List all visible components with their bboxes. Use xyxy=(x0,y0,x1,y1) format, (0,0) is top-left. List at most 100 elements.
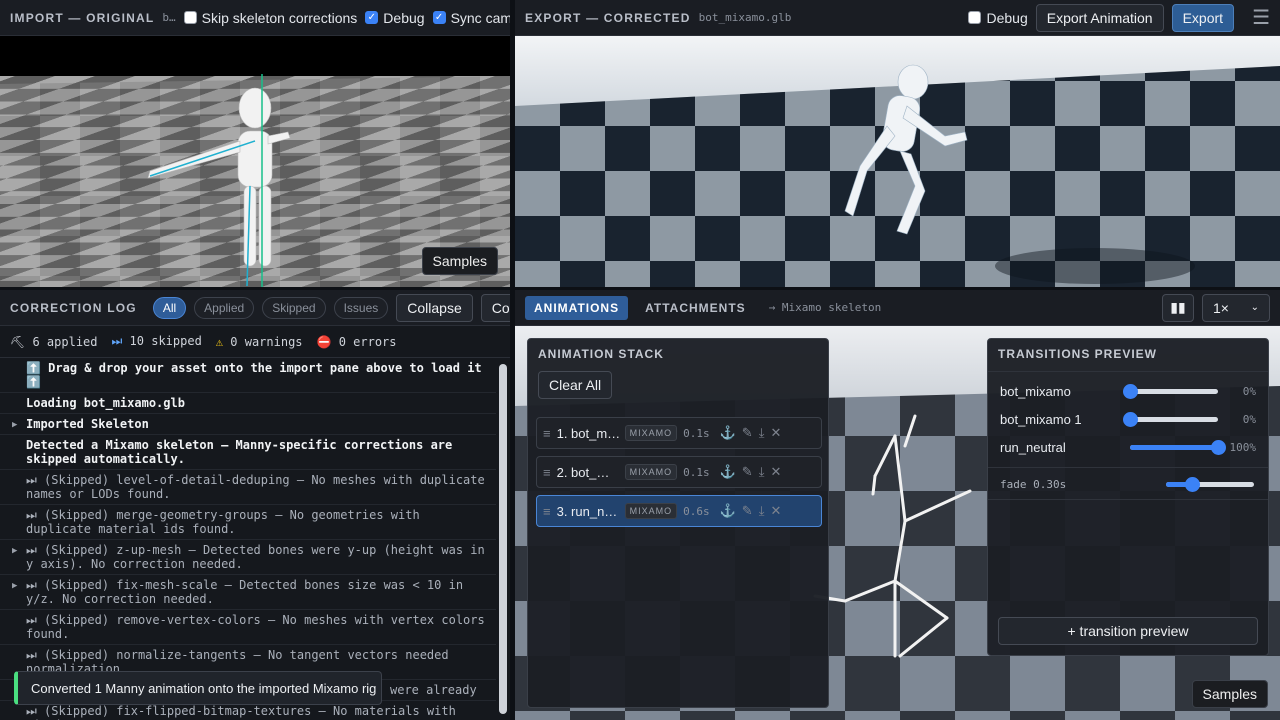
applied-count: 6 applied xyxy=(32,334,98,349)
chevron-down-icon: ⌄ xyxy=(1250,302,1259,313)
animation-name: 3. run_n… xyxy=(556,503,618,519)
add-transition-button[interactable]: + transition preview xyxy=(998,617,1258,645)
transition-percent: 100% xyxy=(1229,440,1257,454)
export-viewport[interactable] xyxy=(515,36,1280,287)
transition-slider[interactable] xyxy=(1123,384,1218,399)
sync-cameras-label: Sync cameras xyxy=(450,9,510,26)
log-entry-text: ⏭ (Skipped) level-of-detail-deduping — N… xyxy=(26,473,485,501)
error-icon: ⛔ xyxy=(316,334,332,349)
drag-handle-icon[interactable]: ≡ xyxy=(543,426,551,441)
expand-arrow-icon[interactable]: ▶ xyxy=(12,418,17,432)
skip-corrections-label: Skip skeleton corrections xyxy=(201,9,358,26)
filter-issues[interactable]: Issues xyxy=(333,296,389,319)
tab-animations[interactable]: ANIMATIONS xyxy=(525,295,629,320)
animation-row[interactable]: ≡ 1. bot_m… MIXAMO 0.1s ⚓ ✎ ⤓ ✕ xyxy=(536,417,822,449)
anchor-icon[interactable]: ⚓ xyxy=(720,464,736,480)
menu-icon[interactable]: ☰ xyxy=(1252,5,1270,30)
anchor-icon[interactable]: ⚓ xyxy=(720,503,736,519)
expand-arrow-icon[interactable]: ▶ xyxy=(12,579,17,593)
transition-slider[interactable] xyxy=(1130,440,1226,455)
drag-handle-icon[interactable]: ≡ xyxy=(543,465,551,480)
log-entry: ⏭ (Skipped) level-of-detail-deduping — N… xyxy=(0,470,496,505)
clear-all-button[interactable]: Clear All xyxy=(538,371,613,399)
filter-all[interactable]: All xyxy=(152,296,187,319)
export-debug-checkbox[interactable]: Debug xyxy=(968,9,1028,26)
source-tag: MIXAMO xyxy=(624,503,678,519)
warnings-count: 0 warnings xyxy=(230,334,303,349)
import-pane: IMPORT — ORIGINAL b… Skip skeleton corre… xyxy=(0,0,510,287)
checkbox-box[interactable] xyxy=(968,11,982,24)
skeleton-label: → Mixamo skeleton xyxy=(768,301,882,314)
edit-icon[interactable]: ✎ xyxy=(742,464,753,480)
filter-applied[interactable]: Applied xyxy=(194,296,255,319)
drag-handle-icon[interactable]: ≡ xyxy=(543,504,551,519)
transition-slider[interactable] xyxy=(1123,412,1218,427)
export-toolbar: EXPORT — CORRECTED bot_mixamo.glb Debug … xyxy=(515,0,1280,36)
split-view-button[interactable]: ▮▮ xyxy=(1162,293,1194,322)
collapse-button[interactable]: Collapse xyxy=(396,293,473,322)
transition-slider-knob[interactable] xyxy=(1123,384,1138,399)
expand-arrow-icon[interactable]: ▶ xyxy=(12,544,17,558)
checkbox-box[interactable] xyxy=(183,11,197,24)
export-animation-button[interactable]: Export Animation xyxy=(1035,3,1164,32)
log-toolbar: CORRECTION LOG All Applied Skipped Issue… xyxy=(0,290,510,326)
export-debug-label: Debug xyxy=(986,9,1028,26)
import-viewport[interactable]: Samples xyxy=(0,36,510,287)
checkbox-checked-icon[interactable]: ✓ xyxy=(365,11,379,24)
export-pane: EXPORT — CORRECTED bot_mixamo.glb Debug … xyxy=(515,0,1280,287)
edit-icon[interactable]: ✎ xyxy=(742,425,753,441)
toast-notification: Converted 1 Manny animation onto the imp… xyxy=(14,671,382,705)
speed-select[interactable]: 1× ⌄ xyxy=(1202,293,1270,322)
close-icon[interactable]: ✕ xyxy=(770,425,781,441)
transition-percent: 0% xyxy=(1242,384,1256,398)
skip-corrections-checkbox[interactable]: Skip skeleton corrections xyxy=(183,9,358,26)
close-icon[interactable]: ✕ xyxy=(770,503,781,519)
import-debug-checkbox[interactable]: ✓ Debug xyxy=(365,10,425,26)
download-icon[interactable]: ⤓ xyxy=(759,425,765,441)
anchor-icon[interactable]: ⚓ xyxy=(720,425,736,441)
duration: 0.1s xyxy=(683,426,710,440)
log-entry-text: ⬆️ Drag & drop your asset onto the impor… xyxy=(26,361,482,389)
fade-row: fade 0.30s xyxy=(1000,474,1256,494)
import-samples-button[interactable]: Samples xyxy=(421,247,498,275)
export-button[interactable]: Export xyxy=(1171,3,1235,32)
log-entry[interactable]: ▶ ⏭ (Skipped) z-up-mesh — Detected bones … xyxy=(0,540,496,575)
log-scrollbar[interactable] xyxy=(499,364,507,714)
fade-slider-knob[interactable] xyxy=(1185,477,1201,492)
source-tag: MIXAMO xyxy=(624,464,678,480)
import-title: IMPORT — ORIGINAL xyxy=(10,10,155,25)
fade-slider[interactable] xyxy=(1166,477,1254,492)
transition-slider-knob[interactable] xyxy=(1123,412,1138,427)
anim-toolbar: ANIMATIONS ATTACHMENTS → Mixamo skeleton… xyxy=(515,290,1280,326)
filter-skipped[interactable]: Skipped xyxy=(262,296,326,319)
animation-row[interactable]: ≡ 2. bot_… MIXAMO 0.1s ⚓ ✎ ⤓ ✕ xyxy=(536,456,822,488)
log-entry[interactable]: ▶ Imported Skeleton xyxy=(0,414,496,435)
anim-viewport[interactable]: ANIMATION STACK Clear All ≡ 1. bot_m… MIXA… xyxy=(515,326,1280,720)
close-icon[interactable]: ✕ xyxy=(770,464,781,480)
anim-samples-button[interactable]: Samples xyxy=(1191,680,1268,708)
checkbox-checked-icon[interactable]: ✓ xyxy=(432,11,446,24)
export-scene xyxy=(515,36,1280,287)
import-filename: b… xyxy=(162,11,176,24)
applied-stat: ⛏ 6 applied xyxy=(10,335,98,349)
download-icon[interactable]: ⤓ xyxy=(759,503,765,519)
animation-row[interactable]: ≡ 3. run_n… MIXAMO 0.6s ⚓ ✎ ⤓ ✕ xyxy=(536,495,822,527)
log-entry[interactable]: ▶ ⏭ (Skipped) fix-mesh-scale — Detected b… xyxy=(0,575,496,610)
log-list[interactable]: ⬆️ Drag & drop your asset onto the impor… xyxy=(0,358,496,720)
warning-icon: ⚠ xyxy=(215,334,224,349)
transition-slider-knob[interactable] xyxy=(1211,440,1226,455)
copy-button[interactable]: Copy xyxy=(480,293,510,322)
log-entry-text: were already xyxy=(390,683,477,697)
tab-attachments[interactable]: ATTACHMENTS xyxy=(636,296,755,320)
import-toolbar: IMPORT — ORIGINAL b… Skip skeleton corre… xyxy=(0,0,510,36)
log-entry: Detected a Mixamo skeleton — Manny-speci… xyxy=(0,435,496,470)
log-entry-text: ⏭ (Skipped) fix-mesh-scale — Detected bo… xyxy=(26,578,464,606)
sync-cameras-checkbox[interactable]: ✓ Sync cameras xyxy=(432,9,510,26)
edit-icon[interactable]: ✎ xyxy=(742,503,753,519)
log-entry-text: Loading bot_mixamo.glb xyxy=(26,396,185,410)
log-title: CORRECTION LOG xyxy=(10,300,137,315)
source-tag: MIXAMO xyxy=(624,425,678,441)
log-entry-text: Detected a Mixamo skeleton — Manny-speci… xyxy=(26,438,453,466)
download-icon[interactable]: ⤓ xyxy=(759,464,765,480)
transition-row: bot_mixamo 1 0% xyxy=(1000,409,1256,429)
